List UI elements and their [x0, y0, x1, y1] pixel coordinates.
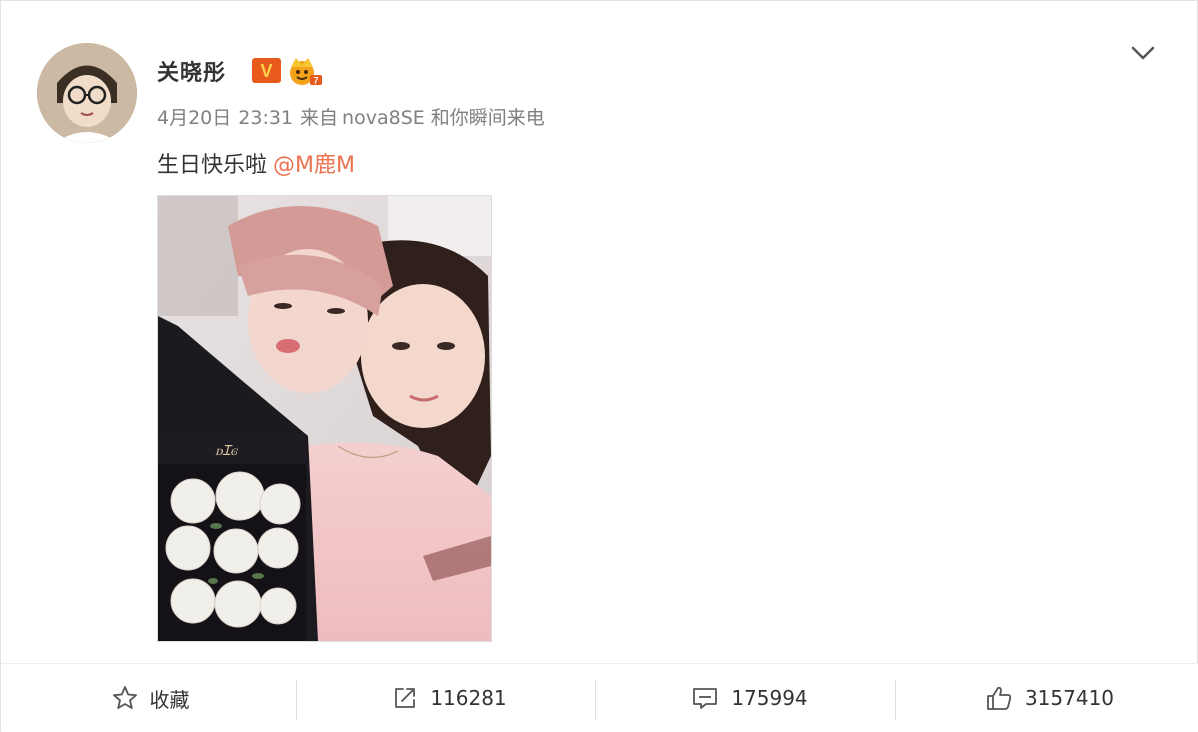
- post-body: 生日快乐啦: [157, 153, 268, 178]
- star-icon: [112, 686, 137, 709]
- like-button[interactable]: 3157410: [900, 664, 1198, 732]
- author-name[interactable]: 关晓彤: [157, 55, 226, 87]
- comment-button[interactable]: 175994: [600, 664, 899, 732]
- repost-count: 116281: [430, 686, 507, 710]
- post-source[interactable]: nova8SE 和你瞬间来电: [342, 107, 545, 129]
- share-icon: [395, 688, 416, 708]
- like-count: 3157410: [1024, 686, 1115, 710]
- action-divider: [595, 680, 596, 720]
- avatar-image: [37, 43, 137, 143]
- svg-text:7: 7: [313, 76, 318, 86]
- svg-text:ꭰꞮꮆ: ꭰꞮꮆ: [215, 443, 238, 459]
- favorite-button[interactable]: 收藏: [1, 664, 300, 732]
- post-date[interactable]: 4月20日: [157, 107, 231, 129]
- chevron-down-icon[interactable]: [1129, 41, 1157, 65]
- weibo-post-card: 关晓彤 V 7 4月20日 23:31 来自 nova8SE 和你瞬间来电 生日快乐啦…: [0, 0, 1198, 732]
- repost-button[interactable]: 116281: [300, 664, 599, 732]
- post-time[interactable]: 23:31: [238, 107, 293, 129]
- post-meta: 4月20日 23:31 来自 nova8SE 和你瞬间来电: [157, 103, 552, 130]
- source-prefix: 来自: [300, 107, 339, 129]
- action-divider: [296, 680, 297, 720]
- comment-count: 175994: [731, 686, 808, 710]
- selfie-photo-image: ꭰꞮꮆ: [158, 196, 491, 641]
- thumbs-up-icon: [987, 686, 1012, 710]
- mention-link[interactable]: @M鹿M: [273, 153, 355, 178]
- comment-icon: [693, 688, 718, 709]
- verified-badge-icon: V: [252, 58, 281, 83]
- member-crown-icon: 7: [290, 58, 322, 86]
- favorite-label: 收藏: [149, 687, 190, 712]
- post-text: 生日快乐啦 @M鹿M: [157, 147, 355, 179]
- avatar[interactable]: [37, 43, 137, 143]
- post-photo[interactable]: ꭰꞮꮆ: [157, 195, 492, 642]
- action-bar: 收藏 116281 175994 3157410: [1, 663, 1198, 732]
- verified-badge-letter: V: [260, 61, 272, 81]
- action-divider: [895, 680, 896, 720]
